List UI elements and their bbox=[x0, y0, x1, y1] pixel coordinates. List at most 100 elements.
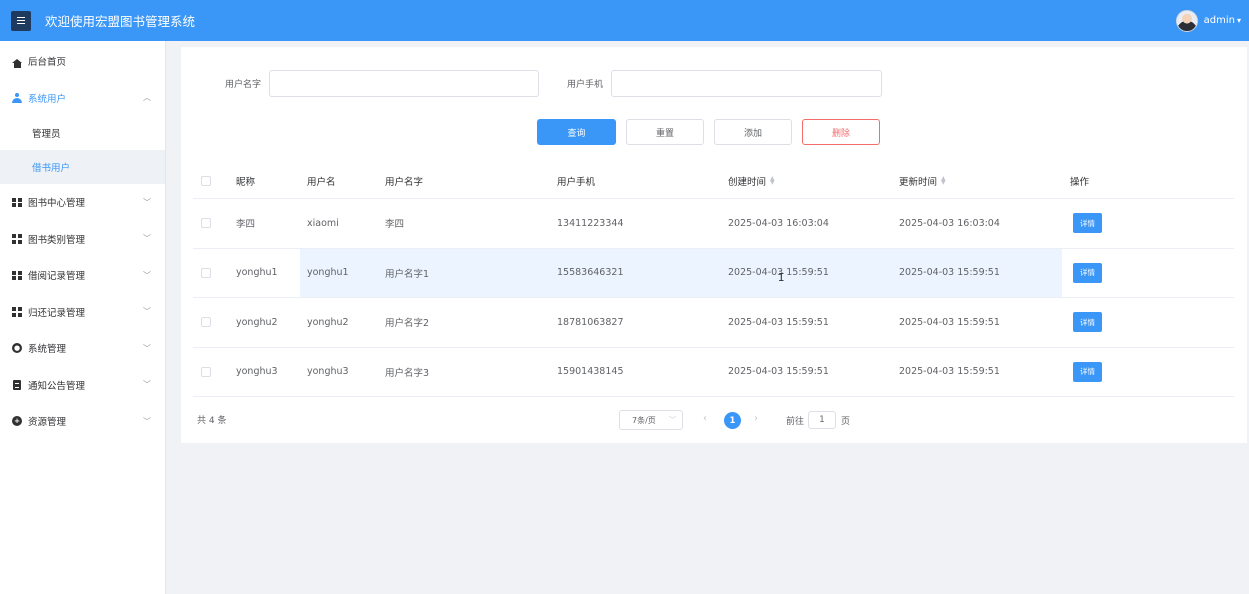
reset-button[interactable]: 重置 bbox=[626, 119, 704, 145]
cell-nickname: 李四 bbox=[236, 219, 256, 231]
cell-created: 2025-04-03 16:03:04 bbox=[728, 217, 829, 229]
cell-created: 2025-04-03 15:59:51 bbox=[728, 316, 829, 328]
top-header: 欢迎使用宏盟图书管理系统 admin ▾ bbox=[0, 0, 1249, 41]
column-header-sortable[interactable]: 创建时间 ▲ ▼ bbox=[728, 163, 775, 198]
user-icon bbox=[12, 92, 22, 103]
sidebar-item-system-users[interactable]: 系统用户 ︿ bbox=[0, 80, 165, 117]
column-header: 操作 bbox=[1070, 176, 1090, 188]
row-checkbox[interactable] bbox=[201, 249, 211, 298]
cell-updated: 2025-04-03 15:59:51 bbox=[899, 267, 1000, 279]
sidebar-item-home[interactable]: 后台首页 bbox=[0, 43, 165, 80]
grid-icon bbox=[12, 234, 22, 244]
table-row[interactable]: yonghu3 yonghu3 用户名字3 15901438145 2025-0… bbox=[193, 348, 1234, 397]
username-search-input[interactable] bbox=[269, 70, 539, 97]
cell-nickname: yonghu3 bbox=[236, 366, 278, 378]
chevron-down-icon: ▾ bbox=[1236, 16, 1241, 25]
chevron-down-icon: ﹀ bbox=[143, 307, 151, 317]
page-size-select[interactable]: 7条/页 ﹀ bbox=[619, 410, 683, 430]
sort-icon[interactable]: ▲ ▼ bbox=[770, 175, 775, 185]
current-page-button[interactable]: 1 bbox=[724, 412, 741, 429]
username-search-label: 用户名字 bbox=[225, 80, 262, 90]
query-button[interactable]: 查询 bbox=[537, 119, 616, 145]
plus-circle-icon: + bbox=[12, 416, 22, 427]
row-checkbox[interactable] bbox=[201, 348, 211, 397]
table-row[interactable]: 李四 xiaomi 李四 13411223344 2025-04-03 16:0… bbox=[193, 199, 1234, 249]
page-size-value: 7条/页 bbox=[632, 415, 656, 425]
sidebar-item-return-records[interactable]: 归还记录管理 ﹀ bbox=[0, 294, 165, 331]
prev-page-icon[interactable]: ‹ bbox=[703, 413, 707, 424]
chevron-down-icon: ﹀ bbox=[143, 343, 151, 353]
sidebar-item-system-management[interactable]: ● 系统管理 ﹀ bbox=[0, 330, 165, 367]
sidebar-item-label: 图书中心管理 bbox=[28, 198, 86, 210]
user-menu[interactable]: admin ▾ bbox=[1175, 9, 1241, 32]
phone-search-input[interactable] bbox=[611, 70, 882, 97]
sidebar-item-borrow-records[interactable]: 借阅记录管理 ﹀ bbox=[0, 257, 165, 294]
table-row[interactable]: yonghu1 yonghu1 用户名字1 15583646321 2025-0… bbox=[193, 248, 1234, 298]
sidebar-item-notices[interactable]: 通知公告管理 ﹀ bbox=[0, 367, 165, 404]
menu-toggle-button[interactable] bbox=[11, 10, 31, 31]
next-page-icon[interactable]: › bbox=[754, 413, 758, 424]
sidebar-item-label: 后台首页 bbox=[28, 57, 67, 69]
sidebar-subitem-admins[interactable]: 管理员 bbox=[0, 116, 165, 150]
detail-button[interactable]: 详情 bbox=[1073, 262, 1102, 283]
chevron-down-icon: ﹀ bbox=[143, 270, 151, 280]
sidebar-item-label: 通知公告管理 bbox=[28, 380, 86, 392]
column-header-label: 创建时间 bbox=[728, 176, 767, 188]
app-title: 欢迎使用宏盟图书管理系统 bbox=[45, 14, 196, 29]
cell-updated: 2025-04-03 16:03:04 bbox=[899, 217, 1000, 229]
home-icon bbox=[12, 56, 22, 69]
row-checkbox[interactable] bbox=[201, 298, 211, 347]
detail-button[interactable]: 详情 bbox=[1073, 361, 1102, 382]
cell-nickname: yonghu2 bbox=[236, 316, 278, 328]
column-header-label: 更新时间 bbox=[899, 176, 938, 188]
grid-icon bbox=[12, 307, 22, 317]
cell-phone: 13411223344 bbox=[557, 217, 624, 229]
sidebar-item-label: 借书用户 bbox=[32, 163, 71, 174]
chevron-down-icon: ﹀ bbox=[143, 234, 151, 244]
main-card: 用户名字 用户手机 查询 重置 添加 删除 昵称 用户名 用户名字 用户手机 创… bbox=[181, 47, 1247, 443]
row-checkbox[interactable] bbox=[201, 199, 211, 248]
goto-prefix: 前往 bbox=[786, 417, 805, 427]
cell-phone: 15583646321 bbox=[557, 267, 624, 279]
sidebar-item-label: 图书类别管理 bbox=[28, 234, 86, 246]
column-header: 用户名 bbox=[307, 176, 336, 188]
sidebar-item-book-center[interactable]: 图书中心管理 ﹀ bbox=[0, 184, 165, 221]
document-icon bbox=[12, 379, 22, 390]
hamburger-icon bbox=[17, 17, 25, 24]
username-label: admin bbox=[1203, 15, 1235, 26]
column-header: 用户名字 bbox=[385, 176, 424, 188]
cell-action: 详情 bbox=[1073, 348, 1102, 397]
add-button[interactable]: 添加 bbox=[714, 119, 792, 145]
table-header: 昵称 用户名 用户名字 用户手机 创建时间 ▲ ▼ 更新时间 ▲ ▼ 操作 bbox=[193, 163, 1234, 199]
select-all-checkbox[interactable] bbox=[201, 163, 211, 198]
chevron-down-icon: ﹀ bbox=[143, 197, 151, 207]
goto-page-input[interactable]: 1 bbox=[808, 411, 836, 429]
sidebar-item-label: 资源管理 bbox=[28, 417, 67, 429]
table-row[interactable]: yonghu2 yonghu2 用户名字2 18781063827 2025-0… bbox=[193, 298, 1234, 348]
cell-updated: 2025-04-03 15:59:51 bbox=[899, 366, 1000, 378]
total-count: 共 4 条 bbox=[197, 416, 227, 426]
column-header-sortable[interactable]: 更新时间 ▲ ▼ bbox=[899, 163, 946, 198]
sidebar-item-label: 系统用户 bbox=[28, 93, 67, 105]
grid-icon bbox=[12, 197, 22, 207]
sidebar-subitem-borrowers[interactable]: 借书用户 bbox=[0, 150, 165, 184]
cell-username: xiaomi bbox=[307, 217, 339, 229]
sort-icon[interactable]: ▲ ▼ bbox=[941, 175, 946, 185]
grid-icon bbox=[12, 270, 22, 280]
detail-button[interactable]: 详情 bbox=[1073, 312, 1102, 333]
goto-suffix: 页 bbox=[841, 417, 851, 427]
cell-realname: 李四 bbox=[385, 219, 405, 231]
cell-phone: 15901438145 bbox=[557, 366, 624, 378]
detail-button[interactable]: 详情 bbox=[1073, 213, 1102, 234]
gear-icon: ● bbox=[12, 343, 22, 354]
cell-action: 详情 bbox=[1073, 199, 1102, 248]
delete-button[interactable]: 删除 bbox=[802, 119, 880, 145]
avatar bbox=[1175, 9, 1198, 32]
cell-action: 详情 bbox=[1073, 298, 1102, 347]
sidebar-item-resources[interactable]: + 资源管理 ﹀ bbox=[0, 403, 165, 440]
cell-realname: 用户名字2 bbox=[385, 318, 430, 330]
phone-search-label: 用户手机 bbox=[567, 80, 604, 90]
sidebar-item-book-category[interactable]: 图书类别管理 ﹀ bbox=[0, 221, 165, 258]
cell-phone: 18781063827 bbox=[557, 316, 624, 328]
cell-created: 2025-04-03 15:59:51 bbox=[728, 366, 829, 378]
